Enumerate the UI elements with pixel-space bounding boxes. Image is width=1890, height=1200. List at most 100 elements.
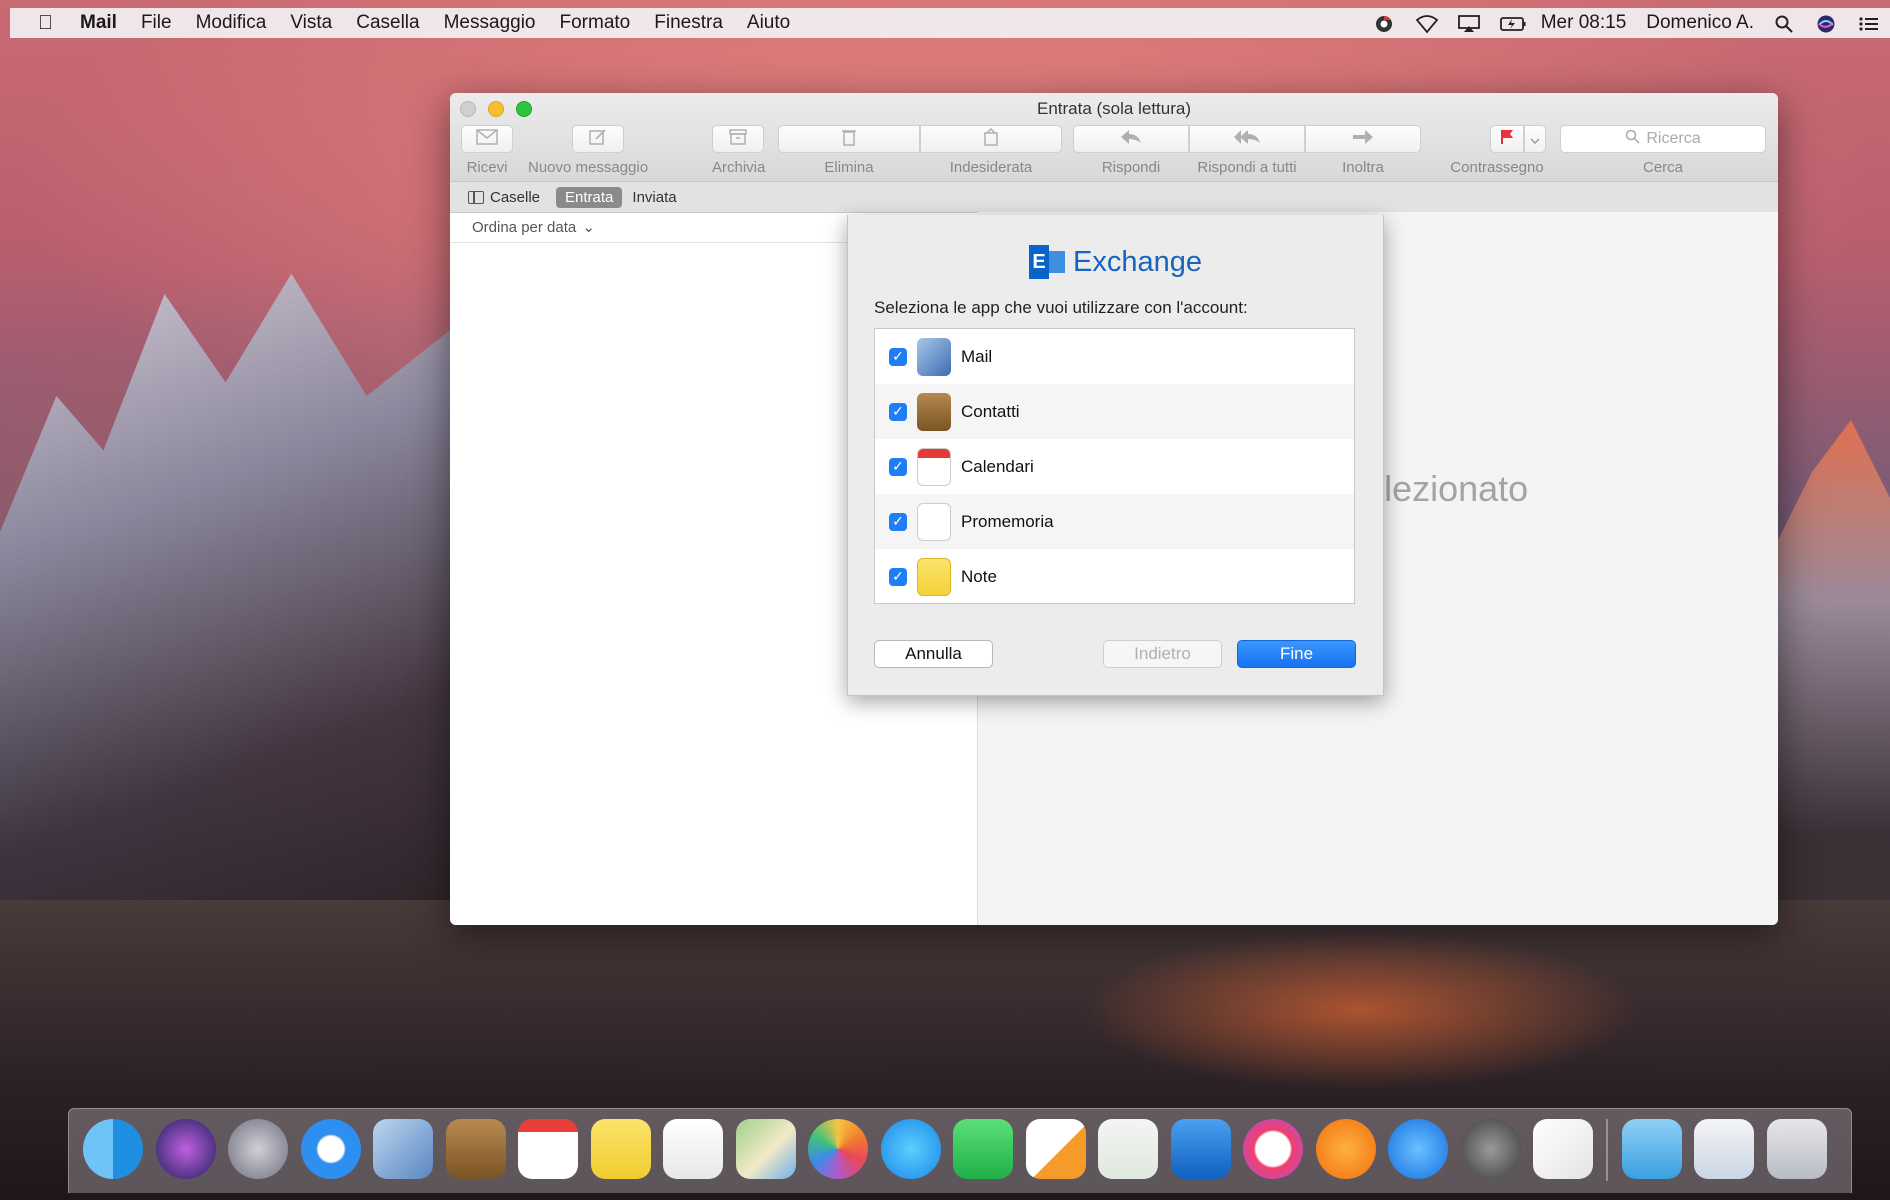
chevron-down-icon: ⌄ [582, 219, 595, 236]
launchpad-icon[interactable] [228, 1119, 288, 1179]
get-mail-group: Ricevi [461, 125, 513, 176]
wifi-icon[interactable] [1415, 14, 1438, 34]
favorite-inbox[interactable]: Entrata [556, 186, 623, 208]
trash-icon[interactable] [1766, 1119, 1827, 1179]
flag-button[interactable] [1490, 125, 1524, 153]
dock [68, 1108, 1852, 1193]
menu-bar:  Mail File Modifica Vista Casella Messa… [10, 8, 1890, 38]
chrome-icon[interactable] [1373, 14, 1395, 32]
reminders-app-icon [917, 502, 951, 541]
calendar-app-icon [917, 447, 951, 486]
siri-status-icon[interactable] [1816, 14, 1838, 33]
search-field[interactable]: Ricerca [1560, 125, 1766, 153]
favorite-sent[interactable]: Inviata [632, 189, 676, 206]
sidebar-icon [468, 190, 484, 204]
app-row-mail: ✓ Mail [875, 329, 1354, 384]
reply-all-arrow-icon [1233, 129, 1261, 150]
menu-mailbox[interactable]: Casella [356, 12, 419, 34]
menu-app-mail[interactable]: Mail [80, 12, 117, 34]
menu-message[interactable]: Messaggio [444, 12, 536, 34]
textedit-icon[interactable] [1533, 1119, 1593, 1179]
forward-button[interactable] [1305, 125, 1421, 153]
compose-icon [588, 128, 608, 151]
junk-button[interactable] [920, 125, 1062, 153]
apple-menu-icon[interactable]:  [38, 12, 62, 35]
delete-button[interactable] [778, 125, 920, 153]
archive-label: Archivia [712, 159, 766, 176]
photos-icon[interactable] [808, 1119, 868, 1179]
contacts-icon[interactable] [445, 1119, 506, 1179]
forward-label: Inoltra [1342, 159, 1384, 176]
ibooks-icon[interactable] [1315, 1119, 1376, 1179]
system-preferences-icon[interactable] [1460, 1119, 1521, 1179]
app-name: Promemoria [961, 511, 1054, 531]
exchange-header: E Exchange [848, 245, 1383, 279]
reminders-icon[interactable] [663, 1119, 723, 1179]
notes-checkbox[interactable]: ✓ [889, 567, 907, 586]
search-group: Ricerca Cerca [1560, 125, 1766, 176]
reply-button[interactable] [1073, 125, 1189, 153]
spotlight-icon[interactable] [1774, 14, 1796, 33]
calendars-checkbox[interactable]: ✓ [889, 457, 907, 476]
siri-icon[interactable] [155, 1119, 216, 1179]
junk-label: Indesiderata [949, 159, 1033, 176]
app-name: Note [961, 566, 997, 586]
window-toolbar: Entrata (sola lettura) Ricevi Nuovo mess… [450, 93, 1778, 182]
finder-icon[interactable] [83, 1119, 143, 1179]
new-message-label: Nuovo messaggio [528, 159, 649, 176]
menu-window[interactable]: Finestra [654, 12, 723, 34]
itunes-icon[interactable] [1243, 1119, 1303, 1179]
mailboxes-button[interactable]: Caselle [468, 189, 540, 206]
notes-app-icon [917, 557, 951, 596]
get-mail-label: Ricevi [466, 159, 508, 176]
search-icon [1625, 129, 1640, 149]
clock-text[interactable]: Mer 08:15 [1541, 12, 1627, 34]
get-mail-button[interactable] [461, 125, 513, 153]
mail-icon[interactable] [373, 1119, 433, 1179]
notification-center-icon[interactable] [1858, 14, 1880, 32]
downloads-folder-icon[interactable] [1621, 1119, 1682, 1179]
contacts-checkbox[interactable]: ✓ [889, 402, 907, 421]
delete-label: Elimina [824, 159, 874, 176]
facetime-icon[interactable] [953, 1119, 1013, 1179]
back-button[interactable]: Indietro [1103, 640, 1222, 668]
reminders-checkbox[interactable]: ✓ [889, 512, 907, 531]
cancel-button[interactable]: Annulla [874, 640, 993, 668]
search-placeholder: Ricerca [1646, 130, 1701, 147]
numbers-icon[interactable] [1098, 1119, 1158, 1179]
preview-icon[interactable] [1694, 1119, 1754, 1179]
done-button[interactable]: Fine [1237, 640, 1356, 668]
pages-icon[interactable] [1025, 1119, 1086, 1179]
menu-format[interactable]: Formato [560, 12, 631, 34]
forward-arrow-icon [1352, 129, 1374, 150]
calendar-icon[interactable] [518, 1119, 578, 1179]
maps-icon[interactable] [735, 1119, 796, 1179]
reply-forward-segment [1073, 125, 1421, 153]
menu-help[interactable]: Aiuto [747, 12, 790, 34]
reply-all-button[interactable] [1189, 125, 1305, 153]
envelope-icon [476, 128, 498, 150]
wallpaper-mountain-left [0, 273, 470, 940]
app-name: Contatti [961, 401, 1020, 421]
archive-group: Archivia [712, 125, 765, 176]
flag-menu-button[interactable] [1524, 125, 1546, 153]
new-message-button[interactable] [572, 125, 624, 153]
keynote-icon[interactable] [1170, 1119, 1231, 1179]
menu-file[interactable]: File [141, 12, 172, 34]
messages-icon[interactable] [880, 1119, 941, 1179]
menu-view[interactable]: Vista [290, 12, 332, 34]
battery-icon[interactable] [1499, 14, 1526, 32]
app-list: ✓ Mail ✓ Contatti ✓ Calendari ✓ Promemor… [874, 328, 1355, 604]
airplay-icon[interactable] [1457, 14, 1480, 32]
archive-button[interactable] [712, 125, 764, 153]
user-name[interactable]: Domenico A. [1646, 12, 1754, 34]
sort-label: Ordina per data [472, 219, 577, 236]
mail-checkbox[interactable]: ✓ [889, 347, 907, 366]
safari-icon[interactable] [300, 1119, 361, 1179]
sort-by-date-menu[interactable]: Ordina per data ⌄ [472, 218, 595, 236]
red-flag-icon [1500, 129, 1514, 150]
notes-icon[interactable] [590, 1119, 651, 1179]
dock-separator [1605, 1119, 1608, 1181]
menu-edit[interactable]: Modifica [196, 12, 267, 34]
app-store-icon[interactable] [1388, 1119, 1448, 1179]
